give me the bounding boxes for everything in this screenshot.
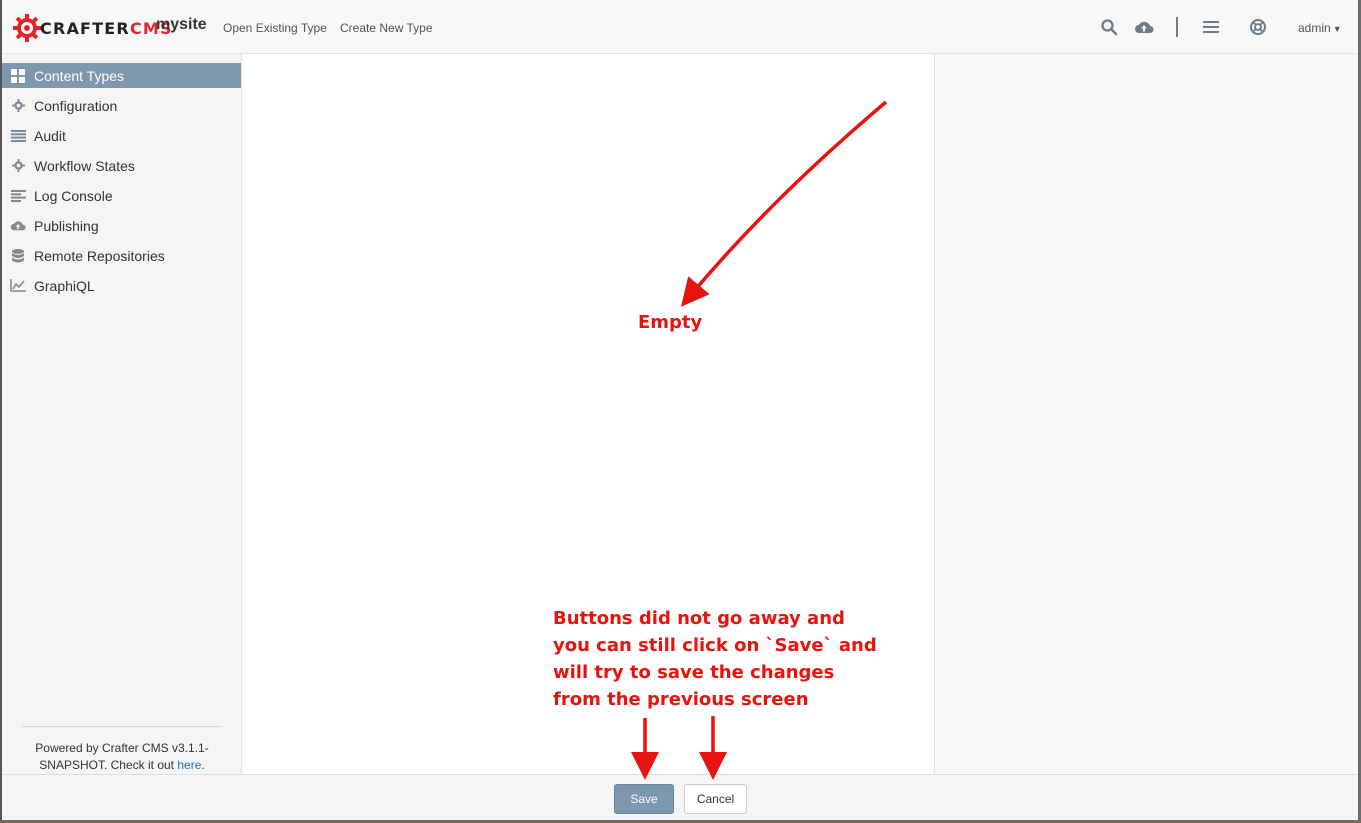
sidebar-item-label: Content Types bbox=[34, 67, 125, 84]
help-icon[interactable] bbox=[1248, 17, 1268, 37]
caret-down-icon: ▼ bbox=[1332, 24, 1342, 34]
cloud-upload-icon bbox=[10, 218, 26, 234]
database-icon bbox=[10, 248, 26, 264]
gear-icon bbox=[10, 158, 26, 174]
align-left-icon bbox=[10, 188, 26, 204]
create-new-type-link[interactable]: Create New Type bbox=[340, 21, 433, 35]
sidebar-item-content-types[interactable]: Content Types bbox=[2, 63, 241, 88]
line-chart-icon bbox=[10, 278, 26, 294]
annotation-empty-label: Empty bbox=[638, 312, 703, 333]
search-icon[interactable] bbox=[1099, 17, 1119, 37]
header-divider bbox=[1176, 17, 1178, 37]
cancel-button[interactable]: Cancel bbox=[684, 784, 747, 814]
sidebar-item-remote-repositories[interactable]: Remote Repositories bbox=[2, 243, 241, 268]
here-link[interactable]: here bbox=[177, 758, 201, 772]
top-navbar: CRAFTERCMS mysite Open Existing Type Cre… bbox=[2, 0, 1358, 54]
annotation-note-line: Buttons did not go away and bbox=[553, 608, 845, 629]
powered-by-end: . bbox=[201, 758, 205, 772]
sidebar-item-label: Workflow States bbox=[34, 157, 135, 174]
annotation-note-line: will try to save the changes bbox=[553, 662, 835, 683]
logo-crafter: CRAFTER bbox=[40, 18, 130, 38]
menu-icon[interactable] bbox=[1201, 17, 1221, 37]
open-existing-type-link[interactable]: Open Existing Type bbox=[223, 21, 327, 35]
grid-icon bbox=[10, 68, 26, 84]
sidebar-item-workflow-states[interactable]: Workflow States bbox=[2, 153, 241, 178]
sidebar-item-graphiql[interactable]: GraphiQL bbox=[2, 273, 241, 298]
logo-text: CRAFTERCMS bbox=[40, 19, 173, 38]
sidebar-item-label: Remote Repositories bbox=[34, 247, 165, 264]
cloud-upload-icon[interactable] bbox=[1134, 17, 1154, 37]
sidebar-item-configuration[interactable]: Configuration bbox=[2, 93, 241, 118]
list-icon bbox=[10, 128, 26, 144]
annotation-note: Buttons did not go away and you can stil… bbox=[553, 605, 913, 713]
annotation-note-line: you can still click on `Save` and bbox=[553, 635, 877, 656]
user-menu[interactable]: admin ▼ bbox=[1298, 21, 1342, 35]
sidebar-item-label: Configuration bbox=[34, 97, 118, 114]
gear-icon bbox=[10, 98, 26, 114]
sidebar-item-label: Publishing bbox=[34, 217, 99, 234]
sidebar-item-publishing[interactable]: Publishing bbox=[2, 213, 241, 238]
sidebar-footer-divider bbox=[22, 726, 221, 727]
gear-logo-icon bbox=[13, 14, 41, 42]
user-name: admin bbox=[1298, 21, 1331, 35]
sidebar: Content Types Configuration Audit Workfl… bbox=[2, 54, 242, 774]
properties-panel bbox=[934, 54, 1358, 774]
footer-button-bar bbox=[2, 774, 1358, 820]
crafter-cms-logo[interactable]: CRAFTERCMS bbox=[12, 12, 173, 44]
powered-by-text: Powered by Crafter CMS v3.1.1-SNAPSHOT. … bbox=[16, 740, 228, 774]
annotation-note-line: from the previous screen bbox=[553, 689, 809, 710]
save-button[interactable]: Save bbox=[614, 784, 674, 814]
sidebar-item-label: GraphiQL bbox=[34, 277, 95, 294]
site-name[interactable]: mysite bbox=[156, 16, 207, 34]
sidebar-item-label: Log Console bbox=[34, 187, 113, 204]
sidebar-item-audit[interactable]: Audit bbox=[2, 123, 241, 148]
sidebar-item-log-console[interactable]: Log Console bbox=[2, 183, 241, 208]
sidebar-item-label: Audit bbox=[34, 127, 66, 144]
